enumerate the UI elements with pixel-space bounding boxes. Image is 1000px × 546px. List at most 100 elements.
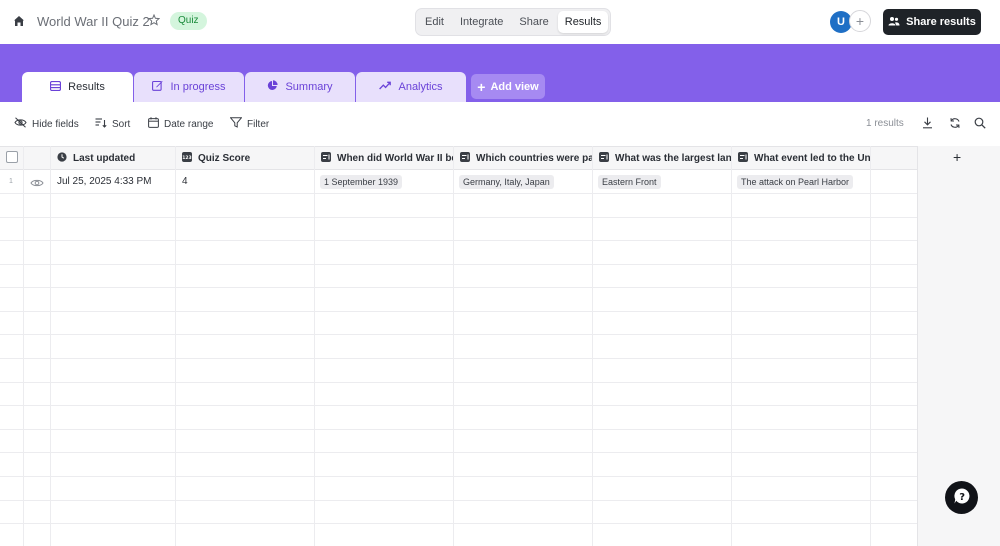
users-icon	[888, 16, 900, 29]
column-divider	[175, 146, 176, 546]
column-divider	[731, 146, 732, 546]
sort-label: Sort	[112, 118, 131, 130]
svg-text:123: 123	[182, 155, 191, 161]
mode-results[interactable]: Results	[557, 11, 609, 33]
download-icon[interactable]	[920, 116, 934, 130]
tab-analytics-label: Analytics	[398, 81, 443, 93]
pie-chart-icon	[267, 80, 279, 94]
date-range-button[interactable]: Date range	[148, 116, 213, 132]
number-icon: 123	[182, 151, 192, 165]
form-title[interactable]: World War II Quiz 2	[37, 14, 150, 29]
mode-edit[interactable]: Edit	[418, 11, 451, 33]
table-icon	[50, 80, 62, 94]
date-range-label: Date range	[164, 118, 214, 130]
row-divider	[0, 500, 917, 501]
search-icon[interactable]	[973, 116, 987, 130]
column-divider	[23, 146, 24, 546]
svg-text:?: ?	[959, 492, 965, 503]
row-divider	[0, 429, 917, 430]
select-all-checkbox[interactable]	[6, 151, 18, 163]
column-header-question-3[interactable]: What was the largest land	[599, 151, 731, 165]
help-icon: ?	[953, 487, 971, 508]
sort-button[interactable]: Sort	[95, 116, 130, 132]
row-divider	[0, 264, 917, 265]
row-divider	[0, 476, 917, 477]
column-header-label: Last updated	[73, 152, 136, 164]
cell-quiz-score[interactable]: 4	[182, 176, 188, 190]
clock-icon	[57, 151, 67, 165]
mode-switcher: Edit Integrate Share Results	[415, 8, 612, 36]
row-divider	[0, 334, 917, 335]
row-number: 1	[9, 178, 13, 185]
cell-answer-chip[interactable]: Eastern Front	[598, 175, 661, 189]
column-header-question-1[interactable]: When did World War II beg	[321, 151, 453, 165]
row-divider	[0, 523, 917, 524]
help-chat-button[interactable]: ?	[945, 481, 978, 514]
results-count: 1 results	[866, 118, 904, 129]
row-divider	[0, 217, 917, 218]
quiz-badge: Quiz	[170, 12, 207, 30]
tab-summary[interactable]: Summary	[245, 72, 355, 102]
edit-icon	[152, 80, 164, 94]
row-divider	[0, 311, 917, 312]
column-divider	[50, 146, 51, 546]
share-results-button[interactable]: Share results	[883, 9, 981, 35]
row-divider	[0, 358, 917, 359]
row-divider	[0, 452, 917, 453]
add-view-button[interactable]: + Add view	[471, 74, 545, 99]
column-header-label: Which countries were part	[476, 152, 592, 164]
mode-share[interactable]: Share	[512, 11, 555, 33]
column-divider	[870, 146, 871, 546]
share-results-label: Share results	[906, 16, 976, 28]
tab-analytics[interactable]: Analytics	[356, 72, 466, 102]
results-table: Last updated 123 Quiz Score When did Wor…	[0, 146, 917, 546]
column-header-last-updated[interactable]: Last updated	[57, 151, 173, 165]
column-header-quiz-score[interactable]: 123 Quiz Score	[182, 151, 312, 165]
filter-button[interactable]: Filter	[229, 116, 270, 132]
cell-answer-chip[interactable]: Germany, Italy, Japan	[459, 175, 554, 189]
plus-icon: +	[477, 78, 486, 95]
column-header-question-2[interactable]: Which countries were part	[460, 151, 592, 165]
cell-answer-chip[interactable]: 1 September 1939	[320, 175, 403, 189]
mode-integrate[interactable]: Integrate	[453, 11, 510, 33]
column-divider	[592, 146, 593, 546]
row-divider	[0, 405, 917, 406]
tab-in-progress[interactable]: In progress	[134, 72, 244, 102]
calendar-icon	[148, 117, 159, 131]
refresh-icon[interactable]	[948, 116, 962, 130]
sort-icon	[95, 117, 107, 131]
row-divider	[0, 240, 917, 241]
cell-last-updated[interactable]: Jul 25, 2025 4:33 PM	[57, 176, 152, 190]
text-field-icon	[321, 151, 331, 165]
column-header-question-4[interactable]: What event led to the Unite	[738, 151, 870, 165]
add-view-label: Add view	[490, 80, 539, 93]
filter-icon	[229, 117, 243, 131]
column-header-label: When did World War II beg	[337, 152, 453, 164]
add-column-button[interactable]: +	[953, 149, 961, 165]
plus-icon: +	[855, 13, 865, 29]
column-header-label: What event led to the Unite	[754, 152, 870, 164]
tab-results[interactable]: Results	[22, 72, 133, 102]
row-divider	[0, 193, 917, 194]
row-divider	[0, 287, 917, 288]
filter-label: Filter	[247, 118, 270, 130]
column-divider	[314, 146, 315, 546]
add-collaborator-button[interactable]: +	[849, 10, 871, 32]
text-field-icon	[738, 151, 748, 165]
hide-fields-button[interactable]: Hide fields	[14, 116, 79, 132]
home-icon[interactable]	[12, 14, 26, 28]
eye-off-icon	[14, 117, 27, 131]
tab-results-label: Results	[68, 81, 105, 93]
row-divider	[0, 382, 917, 383]
star-icon[interactable]	[147, 13, 161, 27]
column-header-label: Quiz Score	[198, 152, 251, 164]
hide-fields-label: Hide fields	[32, 118, 79, 130]
text-field-icon	[460, 151, 470, 165]
tab-in-progress-label: In progress	[170, 81, 226, 93]
eye-icon[interactable]	[30, 177, 44, 187]
column-divider	[453, 146, 454, 546]
text-field-icon	[599, 151, 609, 165]
cell-answer-chip[interactable]: The attack on Pearl Harbor	[737, 175, 854, 189]
column-header-label: What was the largest land	[615, 152, 731, 164]
tab-summary-label: Summary	[285, 81, 333, 93]
